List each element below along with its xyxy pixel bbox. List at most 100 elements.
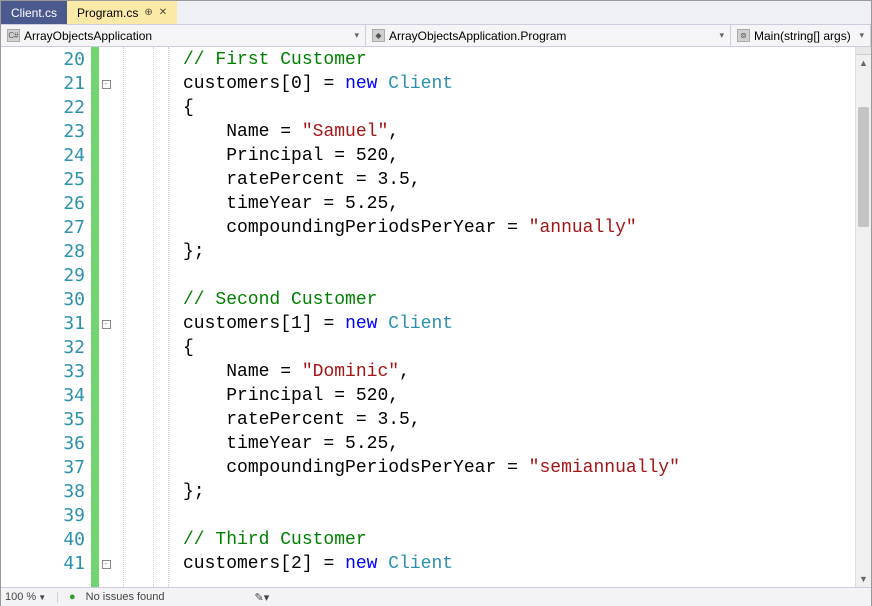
class-icon: ◆ [372,29,385,42]
code-line[interactable]: Principal = 520, [183,144,871,168]
csharp-icon: C# [7,29,20,42]
change-margin [91,47,99,587]
pin-icon[interactable]: ⊕ [144,7,152,18]
code-line[interactable] [183,264,871,288]
fold-cell [99,504,113,528]
code-line[interactable]: // Second Customer [183,288,871,312]
close-icon[interactable]: ✕ [159,7,167,18]
fold-cell [99,216,113,240]
line-number: 39 [1,504,85,528]
line-number: 24 [1,144,85,168]
code-line[interactable]: compoundingPeriodsPerYear = "semiannuall… [183,456,871,480]
line-number: 37 [1,456,85,480]
fold-margin: - - - [99,47,113,587]
fold-cell [99,528,113,552]
fold-cell [99,144,113,168]
namespace-selector[interactable]: C# ArrayObjectsApplication ▾ [1,25,366,46]
fold-cell [99,120,113,144]
code-line[interactable]: timeYear = 5.25, [183,432,871,456]
tab-client[interactable]: Client.cs [1,1,67,24]
tab-program[interactable]: Program.cs ⊕ ✕ [67,1,177,24]
namespace-label: ArrayObjectsApplication [24,29,152,43]
line-number: 27 [1,216,85,240]
method-label: Main(string[] args) [754,29,851,43]
code-line[interactable]: Principal = 520, [183,384,871,408]
line-number: 31 [1,312,85,336]
separator: | [56,591,59,603]
fold-cell [99,408,113,432]
chevron-down-icon: ▾ [719,30,724,41]
line-number: 41 [1,552,85,576]
fold-cell [99,432,113,456]
zoom-selector[interactable]: 100 % ▼ [5,591,46,603]
code-line[interactable]: compoundingPeriodsPerYear = "annually" [183,216,871,240]
method-selector[interactable]: ⊚ Main(string[] args) ▾ [731,25,871,46]
code-line[interactable]: // First Customer [183,48,871,72]
fold-cell [99,48,113,72]
code-line[interactable]: customers[2] = new Client [183,552,871,576]
code-line[interactable]: ratePercent = 3.5, [183,408,871,432]
line-number: 28 [1,240,85,264]
split-handle[interactable] [856,47,871,55]
vertical-scrollbar[interactable]: ▲ ▼ [855,47,871,587]
class-selector[interactable]: ◆ ArrayObjectsApplication.Program ▾ [366,25,731,46]
indent-guides [113,47,183,587]
fold-cell [99,336,113,360]
scroll-thumb[interactable] [858,107,869,227]
tab-label: Program.cs [77,6,138,20]
tab-bar: Client.cs Program.cs ⊕ ✕ [1,1,871,25]
fold-cell: - [99,312,113,336]
zoom-label: 100 % [5,591,36,603]
line-number: 33 [1,360,85,384]
line-number: 23 [1,120,85,144]
code-line[interactable]: { [183,336,871,360]
line-number: 30 [1,288,85,312]
tab-label: Client.cs [11,6,57,20]
line-number: 21 [1,72,85,96]
fold-cell [99,288,113,312]
fold-cell [99,192,113,216]
navigation-bar: C# ArrayObjectsApplication ▾ ◆ ArrayObje… [1,25,871,47]
fold-cell [99,264,113,288]
fold-toggle-icon[interactable]: - [102,560,111,569]
code-area[interactable]: // First Customercustomers[0] = new Clie… [183,47,871,587]
line-number: 20 [1,48,85,72]
code-editor[interactable]: 2021222324252627282930313233343536373839… [1,47,871,587]
status-bar: 100 % ▼ | ● No issues found ✎▾ [1,587,871,606]
chevron-down-icon: ▾ [859,30,864,41]
line-number: 22 [1,96,85,120]
fold-cell [99,384,113,408]
scroll-up-icon[interactable]: ▲ [856,55,871,71]
line-number: 36 [1,432,85,456]
ok-icon: ● [69,591,76,603]
code-line[interactable]: // Third Customer [183,528,871,552]
fold-cell: - [99,72,113,96]
fold-cell: - [99,552,113,576]
fold-toggle-icon[interactable]: - [102,80,111,89]
code-line[interactable]: Name = "Samuel", [183,120,871,144]
line-number: 29 [1,264,85,288]
code-line[interactable]: }; [183,240,871,264]
line-number: 34 [1,384,85,408]
code-line[interactable]: ratePercent = 3.5, [183,168,871,192]
fold-cell [99,480,113,504]
fold-toggle-icon[interactable]: - [102,320,111,329]
line-number: 38 [1,480,85,504]
fold-cell [99,168,113,192]
chevron-down-icon: ▾ [354,30,359,41]
line-number-gutter: 2021222324252627282930313233343536373839… [1,47,91,587]
code-line[interactable]: { [183,96,871,120]
code-line[interactable]: Name = "Dominic", [183,360,871,384]
class-label: ArrayObjectsApplication.Program [389,29,566,43]
code-line[interactable]: customers[1] = new Client [183,312,871,336]
code-line[interactable] [183,504,871,528]
code-line[interactable]: timeYear = 5.25, [183,192,871,216]
brush-icon[interactable]: ✎▾ [255,591,270,604]
code-line[interactable]: customers[0] = new Client [183,72,871,96]
scroll-down-icon[interactable]: ▼ [856,571,871,587]
line-number: 35 [1,408,85,432]
line-number: 25 [1,168,85,192]
chevron-down-icon: ▼ [38,593,46,602]
line-number: 26 [1,192,85,216]
code-line[interactable]: }; [183,480,871,504]
